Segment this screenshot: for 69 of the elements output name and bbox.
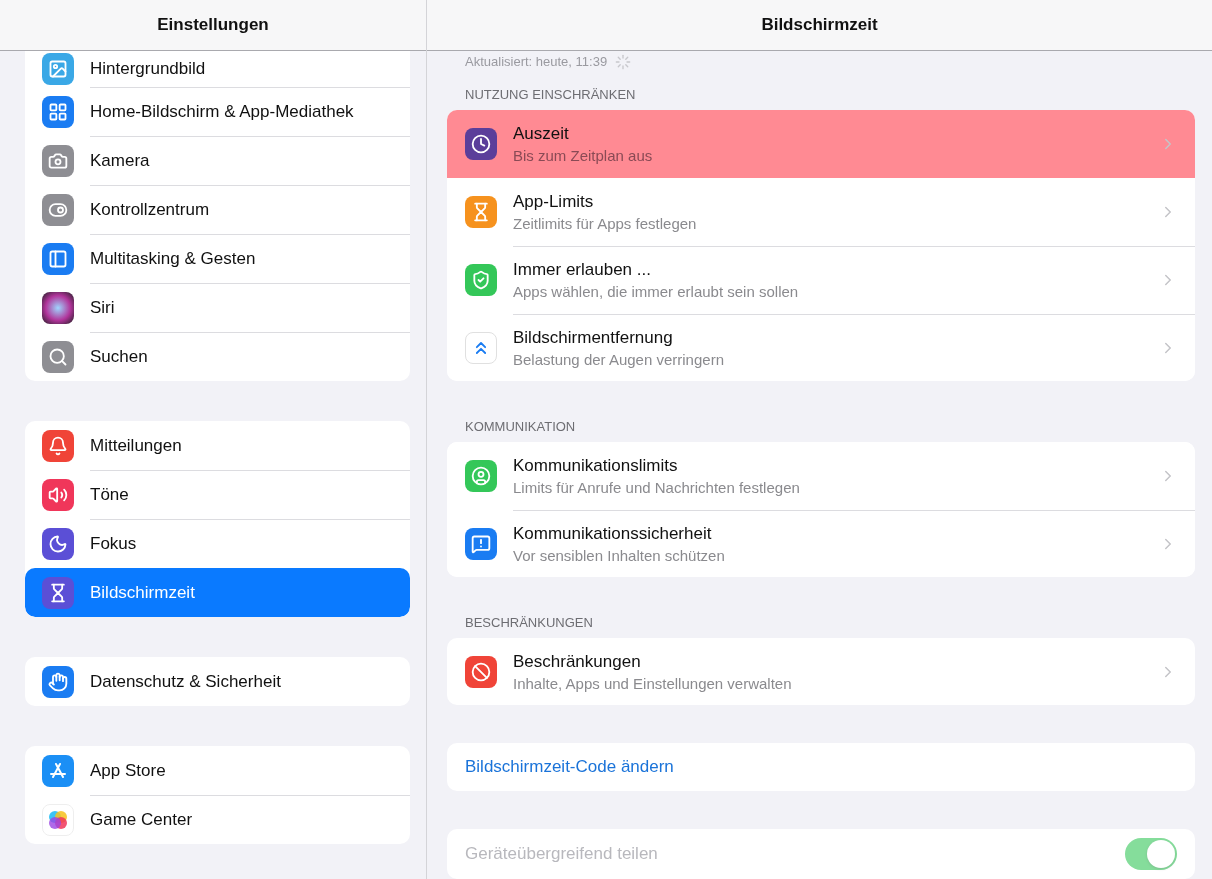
sidebar-item[interactable]: Kamera <box>25 136 410 185</box>
section-header: KOMMUNIKATION <box>464 417 577 436</box>
app-store-icon <box>42 754 74 787</box>
speaker-icon <box>42 478 74 511</box>
sidebar-item[interactable]: Home-Bildschirm & App-Mediathek <box>25 87 410 136</box>
sidebar-item-label: Mitteilungen <box>90 434 183 457</box>
row-subtitle: Bis zum Zeitplan aus <box>513 146 654 164</box>
sidebar-item-label: Kamera <box>90 136 410 185</box>
loading-spinner-icon <box>615 53 632 70</box>
row-subtitle: Apps wählen, die immer erlaubt sein sollen <box>513 283 800 301</box>
change-code-link[interactable]: Bildschirmzeit-Code ändern <box>447 743 1195 792</box>
sidebar-item-label: App Store <box>90 759 167 782</box>
multitasking-icon <box>42 242 74 275</box>
home-screen-icon <box>42 95 74 128</box>
moon-icon <box>42 527 74 560</box>
row-title: Kommunikationssicherheit <box>513 524 713 544</box>
camera-icon <box>42 144 74 177</box>
row-subtitle: Limits für Anrufe und Nachrichten festlegen <box>513 478 801 496</box>
hourglass-icon <box>42 576 74 609</box>
row-subtitle: Vor sensiblen Inhalten schützen <box>513 547 726 564</box>
section-header: NUTZUNG EINSCHRÄNKEN <box>464 85 637 104</box>
sidebar-title: Einstellungen <box>0 0 426 51</box>
chat-bubble-icon <box>465 527 497 560</box>
bell-icon <box>42 429 74 462</box>
sidebar-item[interactable]: Siri <box>25 283 410 332</box>
sidebar-item[interactable]: Töne <box>25 470 410 519</box>
row-title: Auszeit <box>513 123 570 144</box>
section-header: BESCHRÄNKUNGEN <box>464 613 594 632</box>
clock-icon <box>465 127 497 160</box>
row-title: Bildschirmentfernung <box>513 328 674 349</box>
toggles-icon <box>42 193 74 226</box>
row-subtitle: Inhalte, Apps und Einstellungen verwalten <box>513 674 793 692</box>
sidebar-item-label: Siri <box>90 283 410 332</box>
chevrons-up-icon <box>465 331 497 364</box>
sidebar-item[interactable]: Datenschutz & Sicherheit <box>25 657 410 706</box>
row-title: Beschränkungen <box>513 651 642 672</box>
game-center-icon <box>42 803 74 836</box>
row-title: Kommunikationslimits <box>513 455 679 476</box>
sidebar-item[interactable]: Bildschirmzeit <box>25 568 410 617</box>
sidebar-item-label: Bildschirmzeit <box>90 581 196 604</box>
prohibited-icon <box>465 655 497 688</box>
sidebar-item-label: Hintergrundbild <box>90 58 207 80</box>
search-icon <box>42 340 74 373</box>
sidebar-item-label: Home-Bildschirm & App-Mediathek <box>90 87 410 136</box>
check-badge-icon <box>465 263 497 296</box>
sidebar-item-label: Datenschutz & Sicherheit <box>90 670 282 693</box>
sidebar-item[interactable]: Hintergrundbild <box>25 51 410 87</box>
row-subtitle: Zeitlimits für Apps festlegen <box>513 214 698 232</box>
sidebar-item[interactable]: Kontrollzentrum <box>25 185 410 234</box>
sidebar-item-label: Kontrollzentrum <box>90 185 410 234</box>
sidebar-item-label: Suchen <box>90 332 410 381</box>
hourglass-icon <box>465 195 497 228</box>
sidebar-item-label: Töne <box>90 470 410 519</box>
share-label: Geräteübergreifend teilen <box>465 844 658 865</box>
sidebar-item[interactable]: Multitasking & Gesten <box>25 234 410 283</box>
sidebar-item[interactable]: App Store <box>25 746 410 795</box>
settings-row[interactable]: Auszeit Bis zum Zeitplan aus <box>447 109 1195 178</box>
sidebar-item-label: Game Center <box>90 795 410 844</box>
row-subtitle: Belastung der Augen verringern <box>513 351 725 369</box>
sidebar-item-label: Multitasking & Gesten <box>90 234 410 283</box>
sidebar-item[interactable]: Mitteilungen <box>25 421 410 470</box>
siri-orb-icon <box>42 291 74 324</box>
hand-icon <box>42 665 74 698</box>
row-title: Immer erlauben ... <box>513 260 652 281</box>
row-title: App-Limits <box>513 191 595 212</box>
sidebar-item[interactable]: Game Center <box>25 795 410 844</box>
updated-text: Aktualisiert: heute, 11:39 <box>465 54 608 70</box>
sidebar-item[interactable]: Suchen <box>25 332 410 381</box>
page-title: Bildschirmzeit <box>427 0 1212 51</box>
